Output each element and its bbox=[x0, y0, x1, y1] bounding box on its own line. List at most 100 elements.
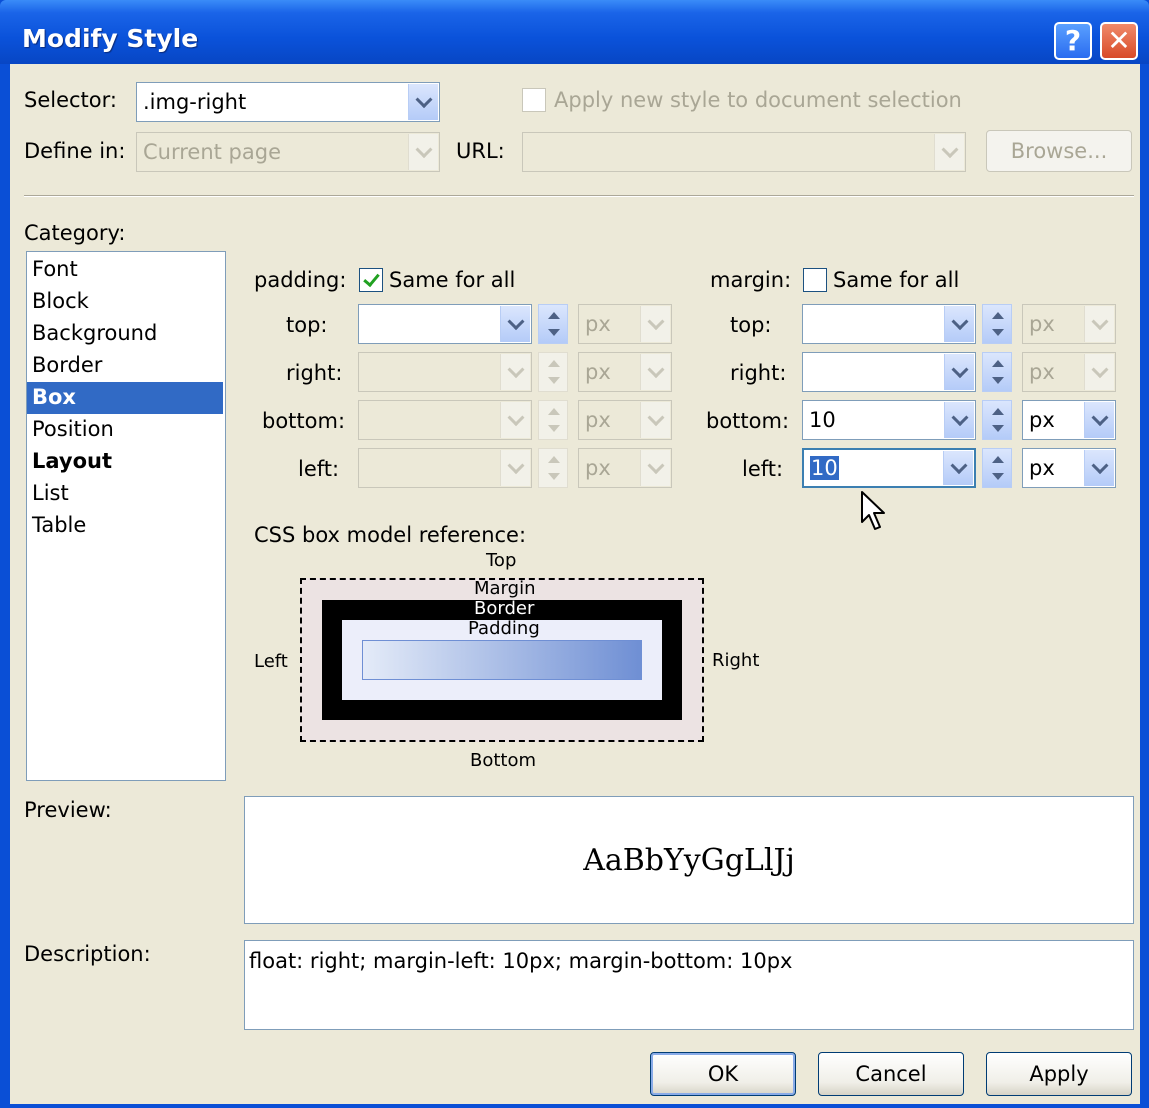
padding-left-unit-dropdown-button[interactable] bbox=[640, 450, 670, 486]
padding-left-spinner[interactable] bbox=[538, 448, 568, 488]
spin-up-icon[interactable] bbox=[992, 408, 1004, 415]
chevron-down-icon bbox=[647, 409, 664, 427]
apply-button[interactable]: Apply bbox=[986, 1052, 1132, 1096]
padding-left-dropdown-button[interactable] bbox=[500, 450, 530, 486]
padding-right-unit-dropdown-button[interactable] bbox=[640, 354, 670, 390]
margin-top-unit-combo[interactable]: px bbox=[1022, 304, 1116, 344]
padding-left-unit: px bbox=[585, 456, 611, 480]
url-combo[interactable] bbox=[522, 132, 966, 172]
category-item-border[interactable]: Border bbox=[27, 350, 223, 382]
padding-left-unit-combo[interactable]: px bbox=[578, 448, 672, 488]
category-item-font[interactable]: Font bbox=[27, 254, 223, 286]
selector-combo[interactable]: .img-right bbox=[136, 82, 440, 122]
spin-down-icon[interactable] bbox=[992, 425, 1004, 432]
margin-bottom-unit-dropdown-button[interactable] bbox=[1084, 402, 1114, 438]
spin-down-icon[interactable] bbox=[548, 377, 560, 384]
spin-down-icon[interactable] bbox=[992, 329, 1004, 336]
spin-down-icon[interactable] bbox=[992, 473, 1004, 480]
padding-left-combo[interactable] bbox=[358, 448, 532, 488]
box-model-bottom-label: Bottom bbox=[470, 750, 537, 771]
selector-dropdown-button[interactable] bbox=[408, 84, 438, 120]
margin-right-spinner[interactable] bbox=[982, 352, 1012, 392]
define-in-combo[interactable]: Current page bbox=[136, 132, 440, 172]
apply-new-style-checkbox[interactable] bbox=[522, 88, 546, 112]
margin-right-combo[interactable] bbox=[802, 352, 976, 392]
chevron-down-icon bbox=[507, 409, 524, 427]
title-bar[interactable]: Modify Style ? ✕ bbox=[0, 0, 1149, 64]
spin-up-icon[interactable] bbox=[992, 312, 1004, 319]
spin-up-icon[interactable] bbox=[548, 360, 560, 367]
margin-bottom-dropdown-button[interactable] bbox=[944, 402, 974, 438]
padding-same-for-all-checkbox[interactable] bbox=[359, 268, 383, 292]
close-icon: ✕ bbox=[1107, 24, 1131, 57]
padding-right-spinner[interactable] bbox=[538, 352, 568, 392]
margin-left-combo[interactable]: 10 bbox=[802, 448, 976, 488]
help-button[interactable]: ? bbox=[1054, 22, 1092, 60]
spin-up-icon[interactable] bbox=[548, 456, 560, 463]
padding-right-combo[interactable] bbox=[358, 352, 532, 392]
category-item-list[interactable]: List bbox=[27, 478, 223, 510]
margin-left-dropdown-button[interactable] bbox=[943, 451, 973, 485]
chevron-down-icon bbox=[1091, 409, 1108, 427]
browse-button[interactable]: Browse... bbox=[986, 130, 1132, 172]
margin-bottom-value: 10 bbox=[809, 408, 836, 432]
url-dropdown-button[interactable] bbox=[934, 134, 964, 170]
padding-bottom-unit: px bbox=[585, 408, 611, 432]
padding-top-dropdown-button[interactable] bbox=[500, 306, 530, 342]
padding-top-unit-dropdown-button[interactable] bbox=[640, 306, 670, 342]
chevron-down-icon bbox=[1091, 361, 1108, 379]
category-item-block[interactable]: Block bbox=[27, 286, 223, 318]
description-text: float: right; margin-left: 10px; margin-… bbox=[249, 949, 793, 973]
margin-left-unit-dropdown-button[interactable] bbox=[1084, 450, 1114, 486]
chevron-down-icon bbox=[951, 361, 968, 379]
margin-top-spinner[interactable] bbox=[982, 304, 1012, 344]
margin-right-dropdown-button[interactable] bbox=[944, 354, 974, 390]
margin-right-unit-dropdown-button[interactable] bbox=[1084, 354, 1114, 390]
margin-left-spinner[interactable] bbox=[982, 448, 1012, 488]
define-in-dropdown-button[interactable] bbox=[408, 134, 438, 170]
padding-right-dropdown-button[interactable] bbox=[500, 354, 530, 390]
spin-up-icon[interactable] bbox=[548, 312, 560, 319]
padding-top-label: top: bbox=[286, 313, 328, 337]
margin-bottom-combo[interactable]: 10 bbox=[802, 400, 976, 440]
padding-bottom-dropdown-button[interactable] bbox=[500, 402, 530, 438]
padding-top-combo[interactable] bbox=[358, 304, 532, 344]
box-model-title: CSS box model reference: bbox=[254, 523, 527, 547]
category-item-box[interactable]: Box bbox=[27, 382, 223, 414]
spin-up-icon[interactable] bbox=[992, 456, 1004, 463]
spin-up-icon[interactable] bbox=[548, 408, 560, 415]
padding-right-unit: px bbox=[585, 360, 611, 384]
cancel-button[interactable]: Cancel bbox=[818, 1052, 964, 1096]
category-item-background[interactable]: Background bbox=[27, 318, 223, 350]
spin-down-icon[interactable] bbox=[548, 425, 560, 432]
padding-bottom-unit-combo[interactable]: px bbox=[578, 400, 672, 440]
margin-bottom-spinner[interactable] bbox=[982, 400, 1012, 440]
ok-button[interactable]: OK bbox=[650, 1052, 796, 1096]
margin-label: margin: bbox=[710, 268, 792, 292]
margin-top-unit-dropdown-button[interactable] bbox=[1084, 306, 1114, 342]
category-list[interactable]: Font Block Background Border Box Positio… bbox=[26, 251, 226, 781]
margin-same-for-all-checkbox[interactable] bbox=[803, 268, 827, 292]
padding-bottom-unit-dropdown-button[interactable] bbox=[640, 402, 670, 438]
padding-top-unit-combo[interactable]: px bbox=[578, 304, 672, 344]
padding-bottom-combo[interactable] bbox=[358, 400, 532, 440]
close-button[interactable]: ✕ bbox=[1100, 22, 1138, 60]
spin-down-icon[interactable] bbox=[992, 377, 1004, 384]
category-item-table[interactable]: Table bbox=[27, 510, 223, 542]
padding-top-spinner[interactable] bbox=[538, 304, 568, 344]
margin-top-dropdown-button[interactable] bbox=[944, 306, 974, 342]
padding-bottom-spinner[interactable] bbox=[538, 400, 568, 440]
padding-right-unit-combo[interactable]: px bbox=[578, 352, 672, 392]
spin-up-icon[interactable] bbox=[992, 360, 1004, 367]
spin-down-icon[interactable] bbox=[548, 329, 560, 336]
margin-top-combo[interactable] bbox=[802, 304, 976, 344]
margin-right-unit-combo[interactable]: px bbox=[1022, 352, 1116, 392]
category-item-position[interactable]: Position bbox=[27, 414, 223, 446]
margin-left-unit-combo[interactable]: px bbox=[1022, 448, 1116, 488]
category-item-layout[interactable]: Layout bbox=[27, 446, 223, 478]
chevron-down-icon bbox=[951, 313, 968, 331]
spin-down-icon[interactable] bbox=[548, 473, 560, 480]
box-model-margin-label: Margin bbox=[474, 578, 536, 599]
margin-bottom-unit-combo[interactable]: px bbox=[1022, 400, 1116, 440]
description-box[interactable]: float: right; margin-left: 10px; margin-… bbox=[244, 940, 1134, 1030]
